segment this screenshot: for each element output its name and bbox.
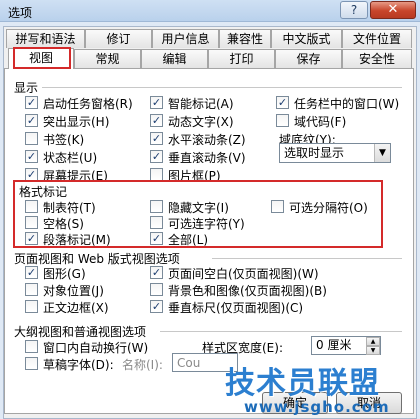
smart-tags-checkbox[interactable]: ✓ (150, 96, 163, 109)
help-button[interactable]: ? (340, 1, 368, 19)
draft-font-value: Cou (177, 356, 201, 370)
all-marks-checkbox[interactable]: ✓ (150, 232, 163, 245)
vertical-ruler-label: 垂直标尺(仅页面视图)(C) (168, 301, 304, 315)
animated-text-label: 动态文字(X) (168, 115, 234, 129)
tab-user-info[interactable]: 用户信息 (152, 29, 219, 48)
display-heading: 显示 (14, 81, 39, 95)
field-codes-label: 域代码(F) (294, 115, 347, 129)
tab-characters-checkbox[interactable] (25, 200, 38, 213)
tab-security[interactable]: 安全性 (342, 49, 412, 68)
hidden-text-checkbox[interactable] (150, 200, 163, 213)
brand-watermark-url: www.jsgho.com (244, 398, 390, 416)
draft-name-label: 名称(I): (122, 358, 163, 372)
field-codes-checkbox[interactable] (276, 114, 289, 127)
paragraph-marks-checkbox[interactable]: ✓ (25, 232, 38, 245)
tab-compatibility[interactable]: 兼容性 (219, 29, 271, 48)
taskbar-windows-checkbox[interactable]: ✓ (276, 96, 289, 109)
tab-spelling-grammar[interactable]: 拼写和语法 (6, 29, 85, 48)
tab-track-changes[interactable]: 修订 (85, 29, 152, 48)
wrap-window-label: 窗口内自动换行(W) (43, 341, 149, 355)
vertical-scrollbar-label: 垂直滚动条(V) (168, 151, 246, 165)
all-marks-label: 全部(L) (168, 233, 209, 247)
page-web-divider (212, 258, 402, 259)
white-space-label: 页面间空白(仅页面视图)(W) (168, 267, 319, 281)
highlight-label: 突出显示(H) (43, 115, 110, 129)
white-space-checkbox[interactable]: ✓ (150, 266, 163, 279)
tab-print[interactable]: 打印 (208, 49, 275, 68)
spin-up-icon[interactable]: ▲ (366, 337, 380, 346)
paragraph-marks-label: 段落标记(M) (43, 233, 111, 247)
optional-hyphens-label: 可选连字符(Y) (168, 217, 245, 231)
tab-asian-typography[interactable]: 中文版式 (271, 29, 342, 48)
object-anchors-label: 对象位置(J) (43, 284, 104, 298)
optional-breaks-checkbox[interactable] (271, 200, 284, 213)
window-title: 选项 (8, 6, 33, 20)
vertical-ruler-checkbox[interactable]: ✓ (150, 300, 163, 313)
tab-save[interactable]: 保存 (275, 49, 342, 68)
style-width-value: 0 厘米 (316, 338, 352, 352)
horizontal-scrollbar-checkbox[interactable]: ✓ (150, 132, 163, 145)
vertical-scrollbar-checkbox[interactable]: ✓ (150, 150, 163, 163)
draft-font-checkbox[interactable] (25, 357, 38, 370)
field-shading-value: 选取时显示 (284, 146, 345, 160)
tab-general[interactable]: 常规 (74, 49, 141, 68)
field-shading-select[interactable]: 选取时显示 ▼ (279, 143, 391, 163)
background-colors-checkbox[interactable] (150, 283, 163, 296)
bookmarks-checkbox[interactable] (25, 132, 38, 145)
object-anchors-checkbox[interactable] (25, 283, 38, 296)
background-colors-label: 背景色和图像(仅页面视图)(B) (168, 284, 327, 298)
chevron-down-icon[interactable]: ▼ (374, 144, 390, 162)
taskbar-windows-label: 任务栏中的窗口(W) (294, 97, 400, 111)
hidden-text-label: 隐藏文字(I) (168, 201, 229, 215)
brand-watermark: 技术员联盟 (225, 366, 380, 401)
animated-text-checkbox[interactable]: ✓ (150, 114, 163, 127)
text-boundaries-checkbox[interactable] (25, 300, 38, 313)
spaces-checkbox[interactable] (25, 216, 38, 229)
style-width-spinner[interactable]: 0 厘米 ▲ ▼ (311, 336, 381, 355)
tab-characters-label: 制表符(T) (43, 201, 96, 215)
drawings-checkbox[interactable]: ✓ (25, 266, 38, 279)
tab-file-locations[interactable]: 文件位置 (342, 29, 412, 48)
title-bar: 选项 ? ✕ (0, 0, 420, 22)
close-button[interactable]: ✕ (370, 1, 416, 19)
page-web-heading: 页面视图和 Web 版式视图选项 (14, 252, 180, 266)
status-bar-checkbox[interactable]: ✓ (25, 150, 38, 163)
display-divider (42, 87, 402, 88)
format-marks-heading: 格式标记 (19, 185, 68, 199)
tab-edit[interactable]: 编辑 (141, 49, 208, 68)
outline-divider (160, 331, 402, 332)
status-bar-label: 状态栏(U) (43, 151, 98, 165)
task-pane-checkbox[interactable]: ✓ (25, 96, 38, 109)
task-pane-label: 启动任务窗格(R) (43, 97, 133, 111)
highlight-checkbox[interactable]: ✓ (25, 114, 38, 127)
text-boundaries-label: 正文边框(X) (43, 301, 109, 315)
view-tab-highlight (13, 47, 71, 69)
smart-tags-label: 智能标记(A) (168, 97, 234, 111)
optional-hyphens-checkbox[interactable] (150, 216, 163, 229)
drawings-label: 图形(G) (43, 267, 86, 281)
spin-down-icon[interactable]: ▼ (366, 346, 380, 355)
optional-breaks-label: 可选分隔符(O) (289, 201, 368, 215)
bookmarks-label: 书签(K) (43, 133, 85, 147)
wrap-window-checkbox[interactable] (25, 340, 38, 353)
horizontal-scrollbar-label: 水平滚动条(Z) (168, 133, 246, 147)
outline-heading: 大纲视图和普通视图选项 (14, 325, 147, 339)
spaces-label: 空格(S) (43, 217, 84, 231)
draft-font-label: 草稿字体(D): (43, 358, 114, 372)
